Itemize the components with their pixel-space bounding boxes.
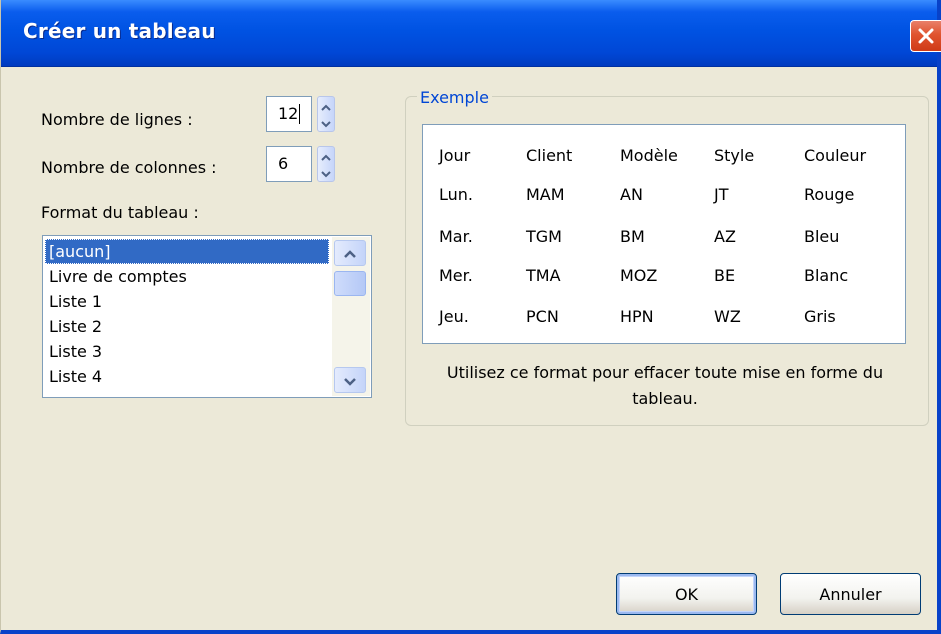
table-cell: AZ — [714, 227, 736, 246]
list-item[interactable]: Liste 3 — [45, 339, 329, 364]
table-cell: Mer. — [439, 266, 473, 285]
rows-spin-up-button[interactable] — [318, 97, 334, 114]
columns-value: 6 — [278, 154, 289, 173]
list-item[interactable]: Livre de comptes — [45, 264, 329, 289]
columns-spin-down-button[interactable] — [318, 164, 334, 181]
scroll-thumb[interactable] — [334, 271, 366, 296]
columns-label: Nombre de colonnes : — [41, 158, 217, 177]
dialog-title: Créer un tableau — [23, 19, 216, 43]
rows-input[interactable]: 12 — [266, 96, 312, 132]
table-cell: JT — [714, 185, 729, 204]
table-cell: Bleu — [804, 227, 840, 246]
table-cell: Mar. — [439, 227, 473, 246]
table-cell: Jour — [439, 146, 471, 165]
cancel-button[interactable]: Annuler — [780, 573, 921, 615]
format-description: Utilisez ce format pour effacer toute mi… — [446, 363, 884, 408]
title-bar[interactable]: Créer un tableau — [1, 0, 941, 67]
table-cell: BM — [620, 227, 645, 246]
vertical-scrollbar[interactable] — [332, 237, 370, 396]
list-item[interactable]: [aucun] — [45, 239, 329, 264]
table-cell: AN — [620, 185, 643, 204]
columns-input[interactable]: 6 — [266, 146, 312, 182]
create-table-dialog: Créer un tableau Nombre de lignes : 12 N… — [0, 0, 941, 634]
table-cell: HPN — [620, 307, 654, 326]
table-cell: Client — [526, 146, 573, 165]
table-cell: Style — [714, 146, 755, 165]
ok-button[interactable]: OK — [616, 573, 757, 615]
list-item[interactable]: Liste 1 — [45, 289, 329, 314]
scroll-down-arrow-icon — [343, 371, 357, 390]
list-item[interactable]: Liste 4 — [45, 364, 329, 389]
table-cell: MAM — [526, 185, 565, 204]
text-caret — [299, 104, 300, 124]
table-cell: MOZ — [620, 266, 658, 285]
rows-value: 12 — [278, 104, 299, 123]
format-listbox[interactable]: [aucun] Livre de comptes Liste 1 Liste 2… — [42, 235, 372, 398]
scroll-down-button[interactable] — [334, 367, 366, 393]
rows-label: Nombre de lignes : — [41, 110, 193, 129]
table-cell: WZ — [714, 307, 741, 326]
table-cell: BE — [714, 266, 736, 285]
rows-spin-down-button[interactable] — [318, 114, 334, 131]
table-cell: TGM — [526, 227, 562, 246]
table-cell: Rouge — [804, 185, 855, 204]
format-label: Format du tableau : — [41, 203, 199, 222]
table-cell: Couleur — [804, 146, 867, 165]
scroll-up-arrow-icon — [343, 244, 357, 263]
example-preview-table: Jour Client Modèle Style Couleur Lun. MA… — [422, 124, 906, 344]
columns-spin-up-button[interactable] — [318, 147, 334, 164]
table-cell: TMA — [526, 266, 561, 285]
chevron-down-icon — [321, 163, 331, 182]
scroll-up-button[interactable] — [334, 240, 366, 266]
example-group-title: Exemple — [417, 88, 492, 107]
columns-spinner[interactable] — [317, 146, 335, 182]
table-cell: Jeu. — [439, 307, 469, 326]
table-cell: Gris — [804, 307, 836, 326]
table-cell: Blanc — [804, 266, 849, 285]
rows-spinner[interactable] — [317, 96, 335, 132]
close-button[interactable] — [910, 20, 941, 52]
list-item[interactable]: Liste 2 — [45, 314, 329, 339]
chevron-down-icon — [321, 113, 331, 132]
table-cell: Lun. — [439, 185, 473, 204]
table-cell: Modèle — [620, 146, 678, 165]
table-cell: PCN — [526, 307, 559, 326]
